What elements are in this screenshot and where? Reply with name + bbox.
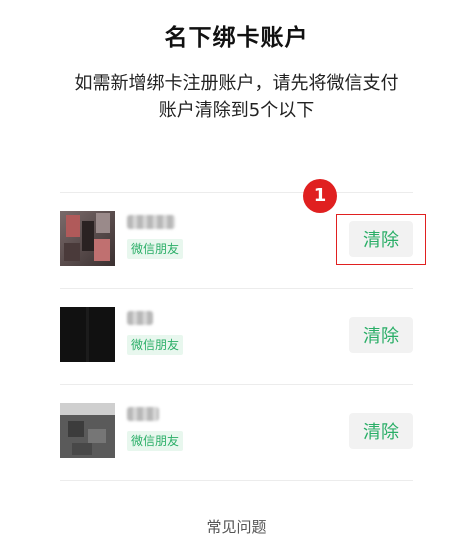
account-row-3: 微信朋友 清除 bbox=[60, 385, 413, 481]
faq-link[interactable]: 常见问题 bbox=[0, 516, 473, 537]
avatar bbox=[60, 211, 115, 266]
clear-button[interactable]: 清除 bbox=[349, 413, 413, 449]
description-line-2: 账户清除到5个以下 bbox=[158, 100, 315, 121]
description-line-1: 如需新增绑卡注册账户，请先将微信支付 bbox=[74, 73, 399, 94]
clear-button[interactable]: 清除 bbox=[349, 317, 413, 353]
wechat-friend-tag: 微信朋友 bbox=[127, 431, 184, 451]
page-title: 名下绑卡账户 bbox=[164, 25, 309, 51]
step-badge: 1 bbox=[303, 179, 337, 213]
avatar bbox=[60, 307, 115, 362]
avatar bbox=[60, 403, 115, 458]
wechat-friend-tag: 微信朋友 bbox=[127, 335, 184, 355]
account-name-blurred bbox=[127, 311, 153, 325]
highlight-box bbox=[336, 214, 426, 265]
page-description: 如需新增绑卡注册账户，请先将微信支付 账户清除到5个以下 bbox=[40, 70, 433, 124]
account-row-2: 微信朋友 清除 bbox=[60, 289, 413, 385]
wechat-friend-tag: 微信朋友 bbox=[127, 239, 184, 259]
account-name-blurred bbox=[127, 407, 159, 421]
account-name-blurred bbox=[127, 215, 175, 229]
